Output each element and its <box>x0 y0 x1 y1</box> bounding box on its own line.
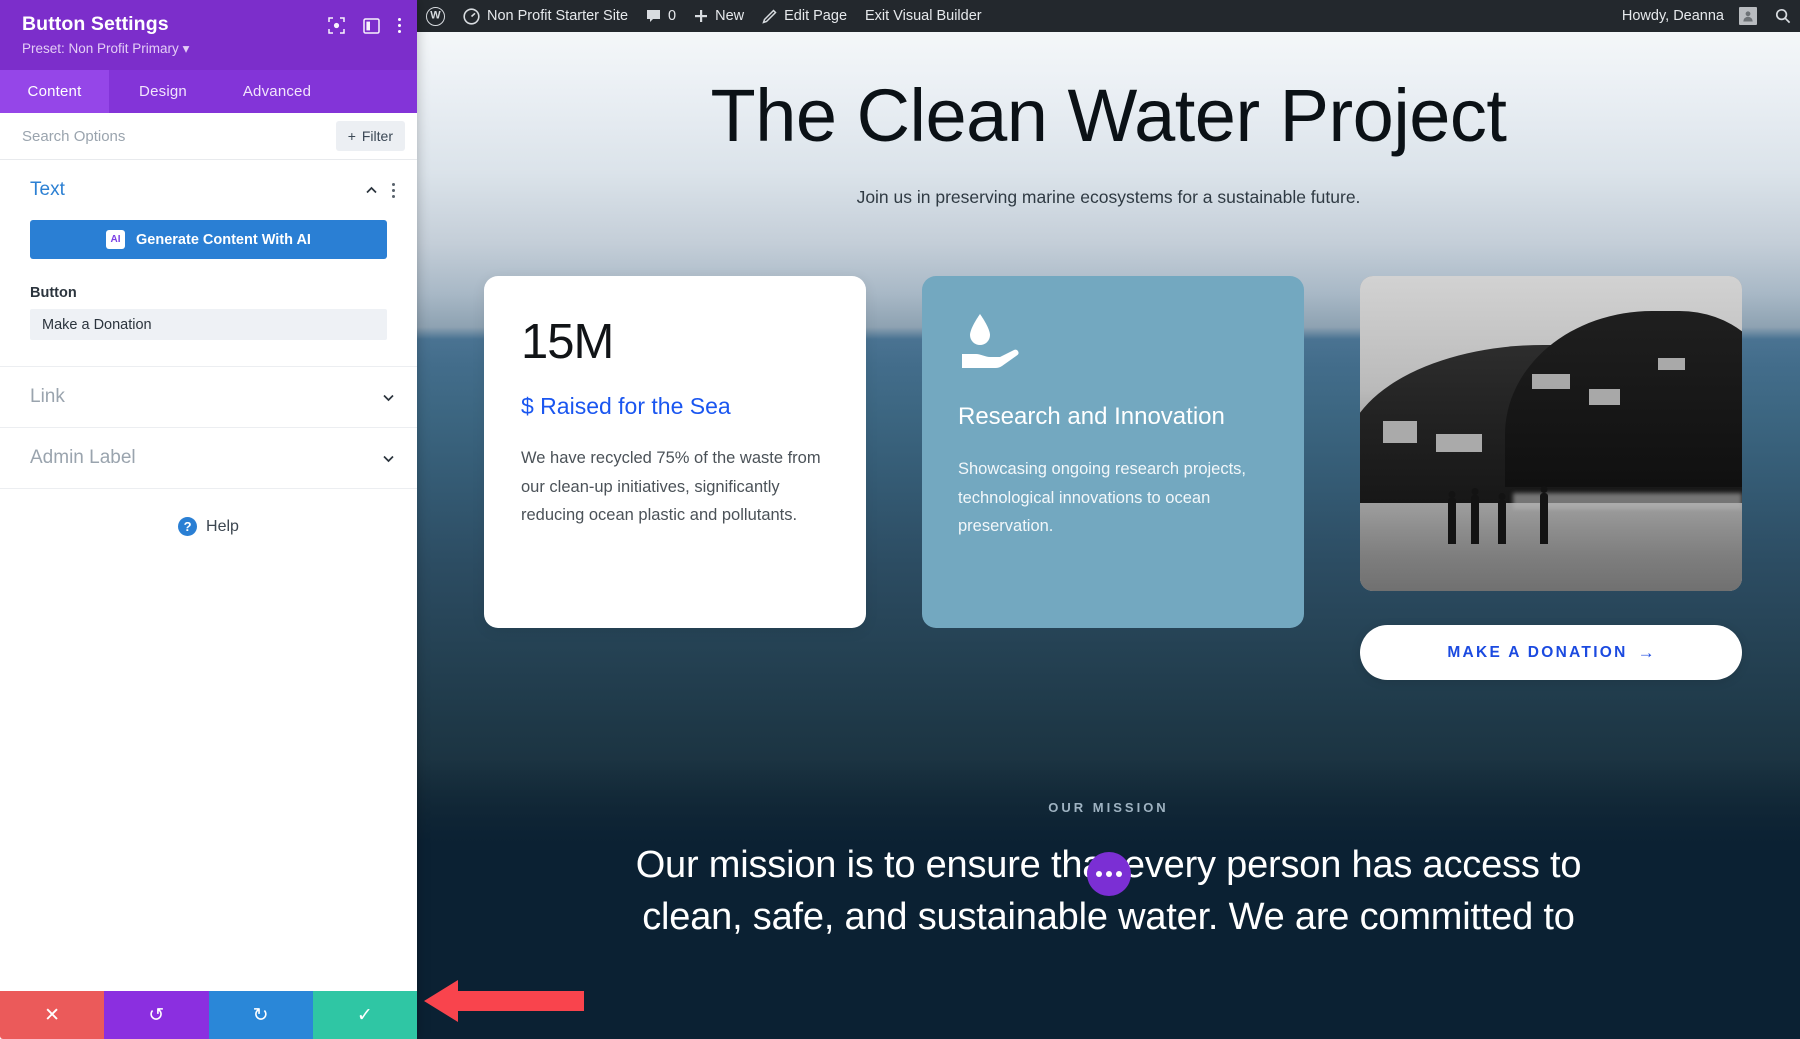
photo-card: MAKE A DONATION → <box>1360 276 1742 680</box>
coastal-photo <box>1360 276 1742 591</box>
dashboard-icon <box>463 7 480 25</box>
donate-button-label: MAKE A DONATION <box>1447 643 1628 661</box>
section-link-header[interactable]: Link <box>0 367 417 427</box>
section-text-options-icon[interactable] <box>392 182 395 198</box>
section-text-body: AI Generate Content With AI Button <box>0 220 417 366</box>
chevron-down-icon[interactable] <box>382 391 395 404</box>
stat-number: 15M <box>521 315 614 369</box>
search-input[interactable] <box>22 127 336 145</box>
section-text-header[interactable]: Text <box>0 160 417 220</box>
section-link-title: Link <box>30 386 65 407</box>
kebab-menu-icon[interactable] <box>397 17 401 34</box>
section-link: Link <box>0 367 417 428</box>
undo-button[interactable]: ↺ <box>104 991 209 1039</box>
new-content-menu[interactable]: New <box>685 0 753 32</box>
chevron-down-icon: ▾ <box>182 41 190 56</box>
page-subtitle: Join us in preserving marine ecosystems … <box>856 187 1361 207</box>
exit-visual-builder-link[interactable]: Exit Visual Builder <box>856 0 991 32</box>
cancel-button[interactable]: ✕ <box>0 991 105 1039</box>
section-admin-label-title: Admin Label <box>30 447 136 468</box>
filter-button[interactable]: + Filter <box>335 121 405 151</box>
section-text: Text AI Generate Content With AI Button … <box>0 160 417 367</box>
cards-row: 15M $ Raised for the Sea We have recycle… <box>484 276 1742 680</box>
wp-admin-bar: Non Profit Starter Site 0 New <box>417 0 1800 32</box>
chevron-up-icon[interactable] <box>365 184 378 197</box>
exit-builder-label: Exit Visual Builder <box>865 8 982 24</box>
help-link[interactable]: ? Help <box>0 489 417 564</box>
chevron-down-icon[interactable] <box>382 452 395 465</box>
stat-label: $ Raised for the Sea <box>521 393 731 419</box>
generate-content-with-ai-button[interactable]: AI Generate Content With AI <box>30 220 387 259</box>
site-name-menu[interactable]: Non Profit Starter Site <box>454 0 637 32</box>
question-mark-icon: ? <box>178 517 198 536</box>
plus-icon <box>694 9 708 23</box>
button-field-label: Button <box>30 285 77 301</box>
plus-icon: + <box>347 128 356 144</box>
pencil-icon <box>762 8 777 24</box>
page-title: The Clean Water Project <box>710 74 1507 157</box>
tab-content[interactable]: Content <box>0 70 109 113</box>
water-drop-in-hand-icon <box>958 310 1268 372</box>
arrow-right-icon: → <box>1637 642 1655 662</box>
screen-root: The Clean Water Project Join us in prese… <box>0 0 1800 1039</box>
howdy-label: Howdy, Deanna <box>1621 8 1724 24</box>
tab-design[interactable]: Design <box>109 70 217 113</box>
save-button[interactable]: ✓ <box>312 991 417 1039</box>
settings-footer-toolbar: ✕ ↺ ↻ ✓ <box>0 991 417 1039</box>
research-card-title: Research and Innovation <box>958 403 1225 430</box>
module-settings-panel: Button Settings Preset: Non Profit Prima… <box>0 0 417 1039</box>
site-name-label: Non Profit Starter Site <box>487 8 629 24</box>
stat-card: 15M $ Raised for the Sea We have recycle… <box>484 276 866 628</box>
preset-selector[interactable]: Preset: Non Profit Primary ▾ <box>22 41 189 57</box>
more-options-fab[interactable] <box>1086 852 1131 896</box>
preset-label: Preset: Non Profit Primary <box>22 41 179 56</box>
layout-icon[interactable] <box>363 17 380 34</box>
comments-menu[interactable]: 0 <box>637 0 685 32</box>
new-label: New <box>715 8 745 24</box>
redo-button[interactable]: ↻ <box>208 991 313 1039</box>
button-text-input[interactable] <box>30 309 387 340</box>
page-canvas: The Clean Water Project Join us in prese… <box>417 32 1800 1039</box>
ai-button-label: Generate Content With AI <box>136 231 311 248</box>
mission-eyebrow: OUR MISSION <box>1048 800 1169 815</box>
wordpress-logo-icon[interactable] <box>417 0 454 32</box>
filter-label: Filter <box>361 128 393 144</box>
settings-tabs: Content Design Advanced <box>0 70 417 113</box>
settings-body: Text AI Generate Content With AI Button … <box>0 160 417 991</box>
comments-count: 0 <box>668 8 677 24</box>
research-card-body: Showcasing ongoing research projects, te… <box>958 460 1247 536</box>
section-text-title: Text <box>30 179 65 200</box>
research-card: Research and Innovation Showcasing ongoi… <box>922 276 1304 628</box>
edit-page-label: Edit Page <box>784 8 848 24</box>
search-icon[interactable] <box>1766 0 1800 32</box>
settings-panel-header: Button Settings Preset: Non Profit Prima… <box>0 0 417 70</box>
avatar <box>1739 7 1757 25</box>
make-a-donation-button[interactable]: MAKE A DONATION → <box>1360 625 1742 680</box>
stat-body-text: We have recycled 75% of the waste from o… <box>521 449 821 525</box>
focus-icon[interactable] <box>328 17 345 34</box>
section-admin-label: Admin Label <box>0 428 417 489</box>
search-options-row: + Filter <box>0 113 417 160</box>
ai-icon: AI <box>106 230 126 249</box>
tab-advanced[interactable]: Advanced <box>217 70 337 113</box>
edit-page-link[interactable]: Edit Page <box>753 0 856 32</box>
help-label: Help <box>206 517 239 535</box>
section-admin-label-header[interactable]: Admin Label <box>0 428 417 488</box>
comment-bubble-icon <box>646 9 661 24</box>
panel-title: Button Settings <box>22 13 169 35</box>
account-menu[interactable]: Howdy, Deanna <box>1613 0 1766 32</box>
